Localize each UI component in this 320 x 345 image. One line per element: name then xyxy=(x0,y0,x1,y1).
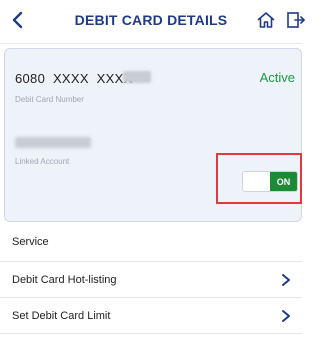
logout-icon[interactable] xyxy=(286,10,306,30)
service-title: Service xyxy=(12,236,49,248)
service-section-header: Service xyxy=(0,226,302,262)
masked-card-digits xyxy=(123,71,151,83)
list-item-label: Debit Card Hot-listing xyxy=(12,274,117,286)
chevron-right-icon xyxy=(282,274,290,286)
home-icon[interactable] xyxy=(256,10,276,30)
card-status-toggle[interactable]: ON xyxy=(242,171,298,192)
list-item-set-debit-card-limit[interactable]: Set Debit Card Limit xyxy=(0,298,302,334)
top-bar: DEBIT CARD DETAILS xyxy=(0,0,306,44)
linked-account-label: Linked Account xyxy=(15,157,70,166)
list-item-debit-card-hotlisting[interactable]: Debit Card Hot-listing xyxy=(0,262,302,298)
chevron-right-icon xyxy=(282,310,290,322)
card-number: 6080 XXXX XXXX xyxy=(15,71,133,86)
list-item-label: Set Debit Card Limit xyxy=(12,310,111,322)
card-status: Active xyxy=(259,70,295,85)
masked-linked-account xyxy=(15,137,91,148)
card-number-label: Debit Card Number xyxy=(15,95,84,104)
toggle-on-label: ON xyxy=(270,172,297,191)
